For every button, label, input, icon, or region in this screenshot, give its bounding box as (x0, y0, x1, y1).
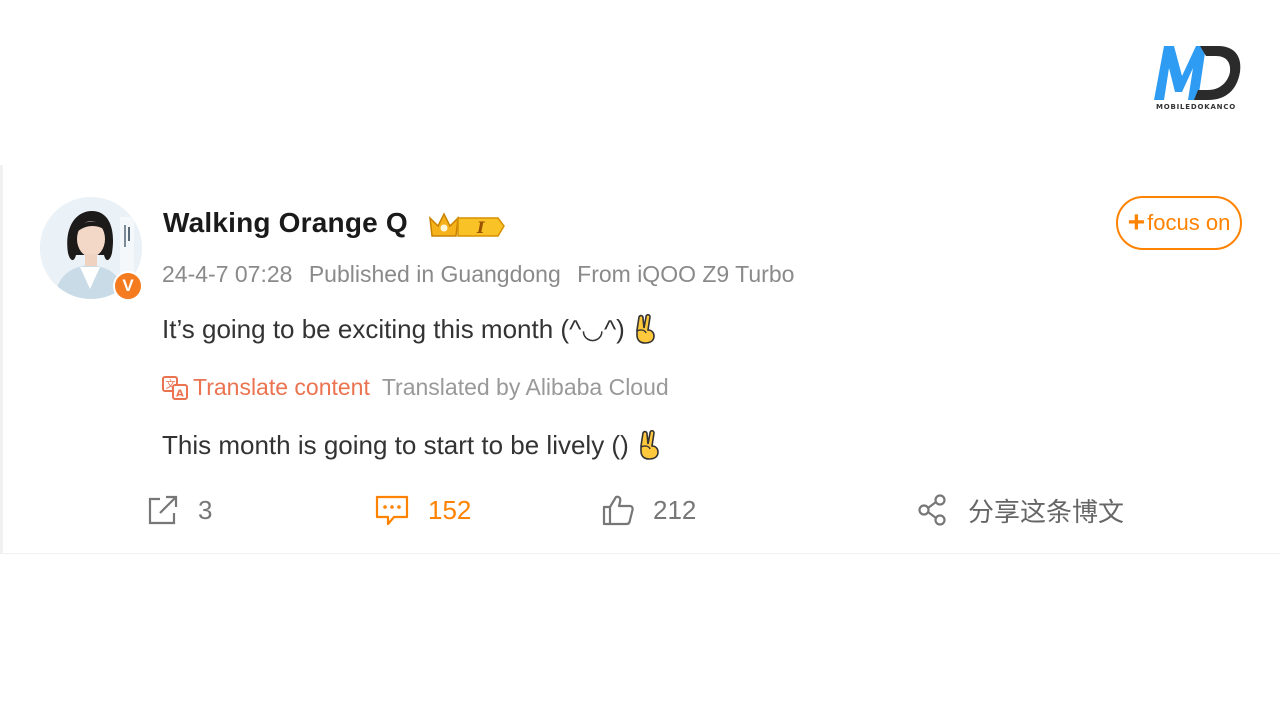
crown-level-badge-icon: I (429, 212, 505, 237)
post-location: Published in Guangdong (308, 261, 561, 287)
repost-count: 3 (198, 494, 213, 525)
username[interactable]: Walking Orange Q (163, 207, 408, 239)
verified-badge-icon: V (113, 271, 143, 301)
comment-button[interactable]: 152 (374, 488, 471, 532)
post-timestamp[interactable]: 24-4-7 07:28 (162, 261, 292, 287)
post-source: From iQOO Z9 Turbo (577, 261, 795, 287)
share-icon (918, 494, 946, 526)
action-bar: 3 152 212 分享这条博文 (0, 488, 1280, 538)
post-meta: 24-4-7 07:28 Published in Guangdong From… (162, 261, 804, 288)
comment-count: 152 (428, 494, 472, 525)
share-button[interactable]: 分享这条博文 (916, 488, 1124, 532)
translate-row: 文 A Translate content Translated by Alib… (162, 374, 669, 401)
badge-level-text: I (476, 218, 485, 237)
comment-icon (375, 495, 409, 526)
plus-icon: + (1127, 206, 1146, 239)
translated-by-label: Translated by Alibaba Cloud (381, 374, 669, 400)
victory-hand-icon (640, 430, 659, 460)
victory-hand-icon (636, 314, 655, 344)
share-label: 分享这条博文 (968, 496, 1125, 527)
like-button[interactable]: 212 (601, 488, 696, 532)
translated-text-content: This month is going to start to be livel… (162, 430, 629, 460)
like-count: 212 (653, 494, 697, 525)
post-text-content: It’s going to be exciting this month (^◡… (162, 314, 625, 344)
repost-button[interactable]: 3 (146, 488, 212, 532)
follow-button[interactable]: + focus on (1116, 196, 1242, 250)
follow-label: focus on (1147, 210, 1231, 235)
svg-text:A: A (176, 388, 184, 399)
repost-icon (148, 495, 178, 525)
like-icon (602, 495, 634, 526)
translate-icon: 文 A (162, 375, 188, 400)
post-text: It’s going to be exciting this month (^◡… (162, 314, 658, 345)
logo-caption: MOBILEDOKANCO (1155, 103, 1237, 111)
translate-content-link[interactable]: Translate content (193, 374, 370, 401)
translated-text: This month is going to start to be livel… (162, 430, 662, 461)
